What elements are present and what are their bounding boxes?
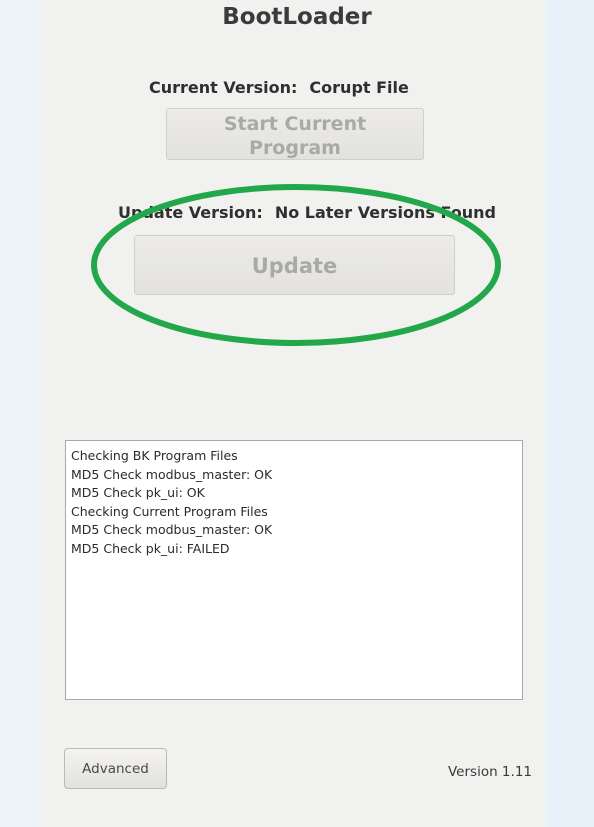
current-version-label: Current Version: — [149, 78, 298, 97]
log-line: MD5 Check pk_ui: FAILED — [71, 540, 230, 556]
log-line: Checking BK Program Files — [71, 448, 238, 463]
advanced-button[interactable]: Advanced — [64, 748, 167, 789]
start-button-line1: Start Current — [223, 113, 367, 135]
log-line: MD5 Check modbus_master: OK — [71, 522, 273, 537]
update-version-row: Update Version: No Later Versions Found — [118, 203, 496, 222]
current-version-row: Current Version: Corupt File — [149, 78, 409, 97]
start-button-line2: Program — [249, 137, 341, 159]
current-version-value: Corupt File — [309, 78, 409, 97]
update-button[interactable]: Update — [134, 235, 455, 295]
version-label: Version 1.11 — [448, 764, 532, 780]
log-line: Checking Current Program Files — [71, 503, 268, 519]
bootloader-screen: BootLoader Current Version: Corupt File S… — [0, 0, 594, 827]
background-strip — [546, 0, 594, 827]
page-title: BootLoader — [222, 4, 372, 30]
log-line: MD5 Check modbus_master: OK — [71, 466, 273, 482]
update-version-value: No Later Versions Found — [274, 203, 496, 222]
start-current-program-button[interactable]: Start Current Program — [166, 108, 424, 160]
log-output[interactable]: Checking BK Program Files MD5 Check modb… — [65, 440, 523, 700]
update-version-label: Update Version: — [118, 203, 263, 222]
log-line: MD5 Check pk_ui: OK — [71, 485, 205, 500]
